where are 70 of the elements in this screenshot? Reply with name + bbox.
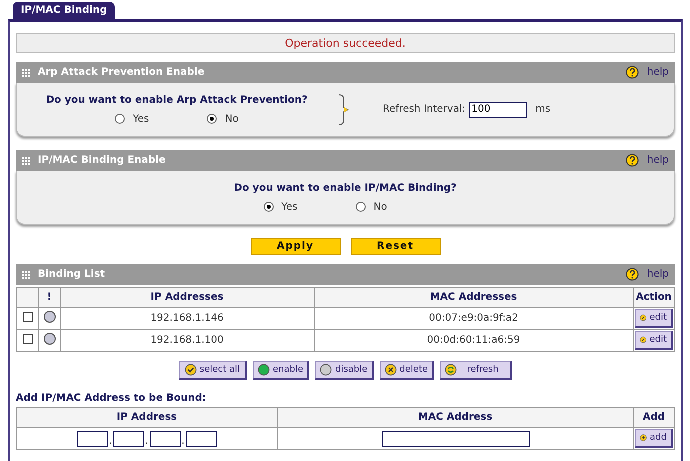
row-checkbox[interactable] xyxy=(22,334,32,344)
radio-button[interactable] xyxy=(115,114,126,124)
grip-icon xyxy=(22,270,30,278)
edit-button[interactable]: edit xyxy=(635,309,673,328)
row-checkbox[interactable] xyxy=(22,312,32,322)
question-text: Do you want to enable IP/MAC Binding? xyxy=(234,182,457,194)
column-header: Action xyxy=(634,288,674,308)
question-text: Do you want to enable Arp Attack Prevention? xyxy=(46,94,308,106)
action-button[interactable]: Reset xyxy=(350,238,440,255)
ip-octet-field[interactable] xyxy=(77,430,108,446)
action-button[interactable]: Apply xyxy=(250,238,340,255)
plus-icon xyxy=(640,432,648,444)
radio-button[interactable] xyxy=(264,202,274,212)
ip-octet-field[interactable] xyxy=(186,430,217,446)
check-icon xyxy=(184,364,197,376)
option-label: No xyxy=(225,114,239,124)
circle-icon xyxy=(258,364,270,376)
section-title: Arp Attack Prevention Enable xyxy=(38,67,206,78)
brace-icon xyxy=(337,94,351,126)
list-action-button[interactable]: refresh xyxy=(440,361,512,380)
list-action-button[interactable]: select all xyxy=(178,361,247,380)
column-header: IP Address xyxy=(16,408,278,428)
circle-icon xyxy=(320,364,332,376)
ip-separator: . xyxy=(182,436,185,446)
status-dot xyxy=(44,311,56,323)
mac-address-field[interactable] xyxy=(382,430,530,446)
help-icon[interactable] xyxy=(626,268,640,281)
list-action-button[interactable]: disable xyxy=(315,361,374,380)
column-header: MAC Address xyxy=(278,408,634,428)
option-label: Yes xyxy=(133,114,150,124)
table-cell: 00:0d:60:11:a6:59 xyxy=(314,330,634,352)
list-action-button[interactable]: enable xyxy=(252,361,310,380)
column-header: MAC Addresses xyxy=(314,288,634,308)
help-icon[interactable] xyxy=(626,154,640,167)
edit-button[interactable]: edit xyxy=(635,331,673,350)
option-label: Yes xyxy=(282,202,298,212)
close-icon xyxy=(384,364,397,376)
column-header: IP Addresses xyxy=(60,288,314,308)
column-header: Add xyxy=(634,408,674,428)
unit-label: ms xyxy=(536,104,551,115)
column-header: ! xyxy=(38,288,60,308)
refresh-interval-label: Refresh Interval: xyxy=(383,104,466,115)
radio-button[interactable] xyxy=(207,114,218,124)
status-dot xyxy=(44,333,56,345)
help-link[interactable]: help xyxy=(647,155,669,166)
grip-icon xyxy=(22,156,30,164)
table-cell: 192.168.1.100 xyxy=(60,330,314,352)
pencil-icon xyxy=(640,312,647,324)
add-section-title: Add IP/MAC Address to be Bound: xyxy=(16,393,208,404)
list-action-button[interactable]: delete xyxy=(380,361,434,380)
status-message: Operation succeeded. xyxy=(16,33,675,53)
grip-icon xyxy=(22,68,30,76)
pencil-icon xyxy=(640,334,647,346)
ip-separator: . xyxy=(109,436,112,446)
ip-octet-field[interactable] xyxy=(150,430,181,446)
table-cell: 00:07:e9:0a:9f:a2 xyxy=(314,308,634,330)
option-label: No xyxy=(374,202,388,212)
section-title: Binding List xyxy=(38,269,106,280)
refresh-icon xyxy=(445,364,458,376)
ip-octet-field[interactable] xyxy=(113,430,144,446)
help-icon[interactable] xyxy=(626,66,640,79)
refresh-interval-field[interactable]: 100 xyxy=(468,102,527,118)
radio-button[interactable] xyxy=(356,202,366,212)
help-link[interactable]: help xyxy=(647,67,669,78)
help-link[interactable]: help xyxy=(647,269,669,280)
ip-separator: . xyxy=(145,436,149,446)
page-tab[interactable]: IP/MAC Binding xyxy=(13,2,116,19)
table-cell: 192.168.1.146 xyxy=(60,308,314,330)
section-title: IP/MAC Binding Enable xyxy=(38,155,167,166)
add-button[interactable]: add xyxy=(635,429,673,448)
